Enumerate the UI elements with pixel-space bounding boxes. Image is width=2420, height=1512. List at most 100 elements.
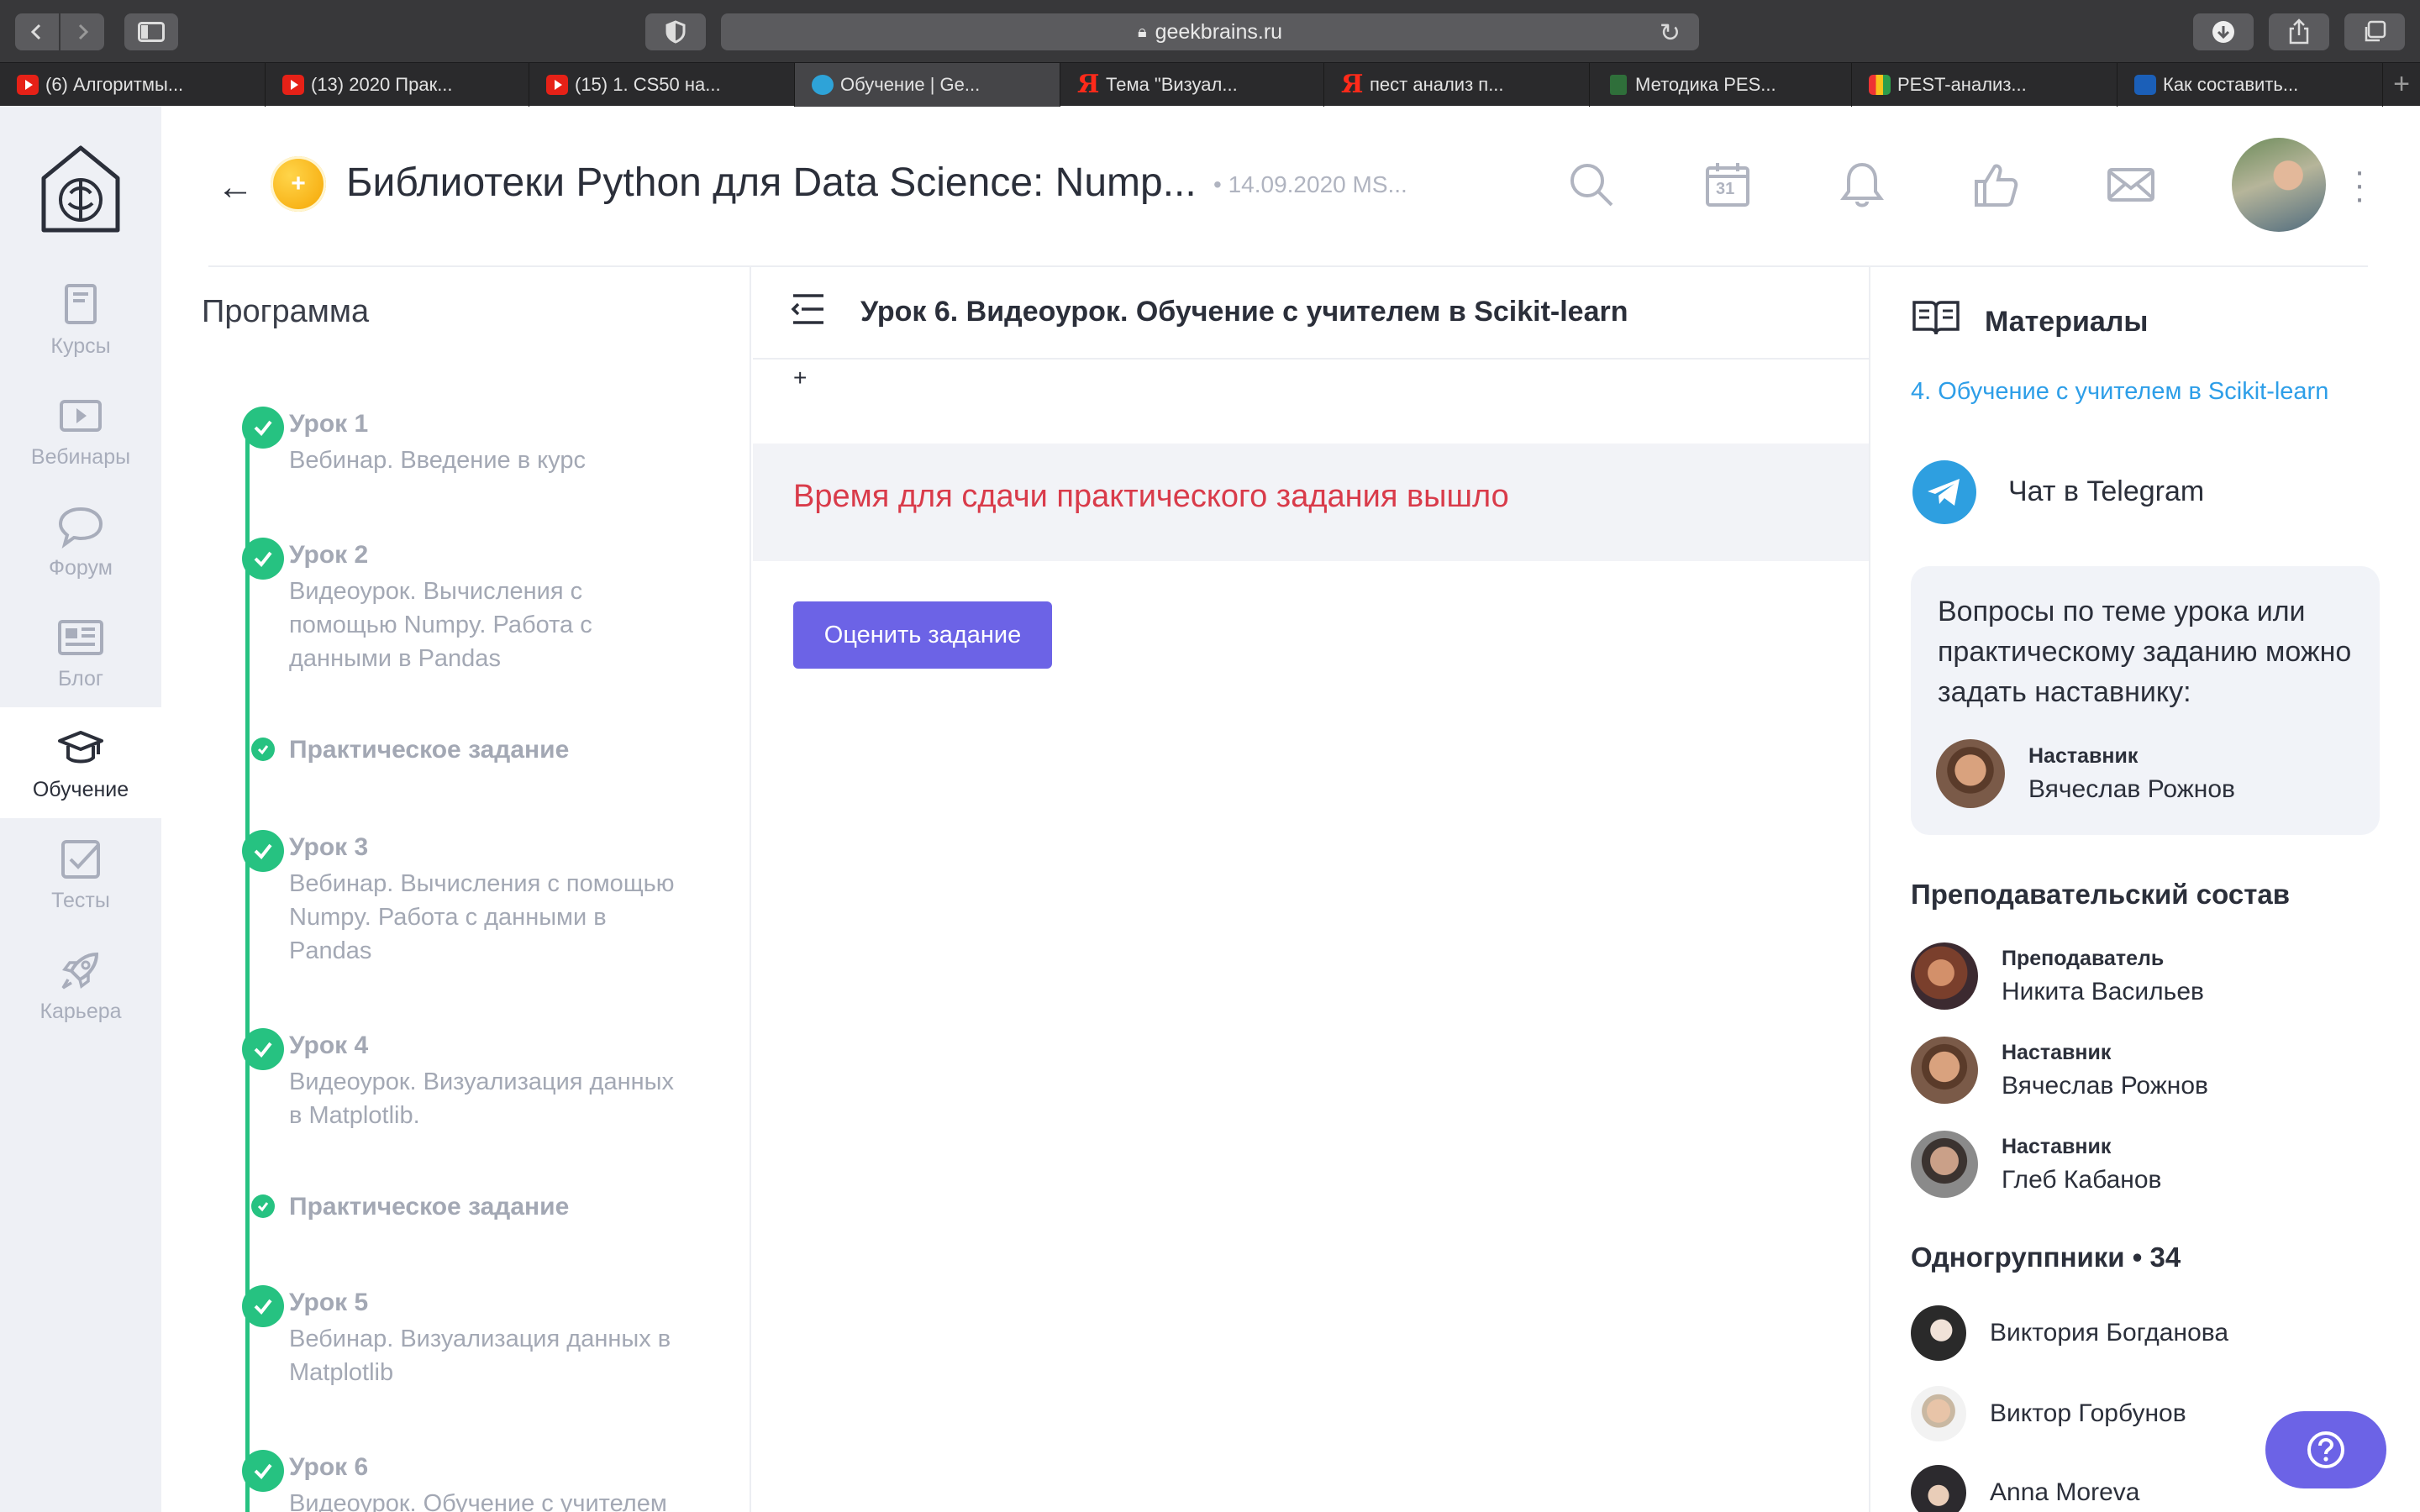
avatar [1911,1037,1978,1104]
nav-item-career[interactable]: Карьера [0,929,161,1040]
geekbrains-icon [812,75,834,95]
lock-icon: 🔒︎ [1137,22,1147,41]
person-name: Виктор Горбунов [1990,1399,2186,1427]
groupmates-title: Одногруппники • 34 [1911,1242,2181,1273]
tab-label: (15) 1. CS50 на... [575,74,721,95]
browser-tab[interactable]: (6) Алгоритмы... [0,63,266,107]
tab-strip: (6) Алгоритмы... (13) 2020 Прак... (15) … [0,62,2420,107]
question-text: Вопросы по теме урока или практическому … [1938,596,2352,708]
check-circle-icon [242,538,284,580]
telegram-chat-link[interactable]: Чат в Telegram [2008,475,2204,508]
nav-item-learning[interactable]: Обучение [0,707,161,818]
browser-tab[interactable]: (15) 1. CS50 на... [529,63,795,107]
groupmate[interactable]: Виктория Богданова [1911,1305,2228,1361]
thumbs-up-icon[interactable] [1971,160,2022,210]
youtube-icon [546,75,568,95]
lesson-item[interactable]: Урок 3 Вебинар. Вычисления с помощью Num… [242,830,692,968]
mentor-question-card: Вопросы по теме урока или практическому … [1911,566,2380,835]
lesson-number: Урок 6 [289,1453,369,1481]
course-title: Библиотеки Python для Data Science: Nump… [346,160,1197,205]
material-link[interactable]: 4. Обучение с учителем в Scikit-learn [1911,378,2328,406]
download-icon [2212,21,2234,43]
tab-overview-button[interactable] [2344,13,2405,50]
telegram-icon[interactable] [1912,460,1976,524]
browser-tab[interactable]: Методика PES... [1590,63,1852,107]
browser-tab[interactable]: Как составить... [2118,63,2383,107]
person-name: Глеб Кабанов [2002,1165,2162,1194]
sidebar-toggle-button[interactable] [124,13,178,50]
book-icon [65,283,97,324]
deadline-notice-text: Время для сдачи практического задания вы… [793,479,1509,514]
bell-icon[interactable] [1837,160,1887,210]
geekbrains-logo[interactable] [39,143,123,235]
forward-nav-button[interactable] [60,13,104,50]
share-button[interactable] [2269,13,2329,50]
nav-label: Тесты [51,888,110,912]
tab-label: (6) Алгоритмы... [45,74,184,95]
lesson-item[interactable]: Урок 2 Видеоурок. Вычисления с помощью N… [242,538,692,675]
lesson-description: Вебинар. Вычисления с помощью Numpy. Раб… [289,870,675,964]
lesson-item[interactable]: Урок 1 Вебинар. Введение в курс [242,407,692,477]
main-sidebar: Курсы Вебинары Форум Блог Обучение Тесты… [0,106,161,1512]
program-panel: Программа Урок 1 Вебинар. Введение в кур… [161,267,751,1512]
lesson-item[interactable]: Урок 6 Видеоурок. Обучение с учителем [242,1450,692,1512]
address-bar[interactable]: 🔒︎ geekbrains.ru ↻ [721,13,1699,50]
lesson-description: Видеоурок. Обучение с учителем [289,1490,667,1512]
lesson-item[interactable]: Урок 5 Вебинар. Визуализация данных в Ma… [242,1285,692,1389]
mentor-contact[interactable]: Наставник Вячеслав Рожнов [1936,739,2235,808]
browser-tab[interactable]: (13) 2020 Прак... [266,63,529,107]
tabs-icon [2365,20,2386,42]
browser-tab-active[interactable]: Обучение | Ge... [795,63,1060,107]
chart-icon [1869,75,1891,95]
staff-member[interactable]: Преподаватель Никита Васильев [1911,942,2204,1010]
url-text: geekbrains.ru [1155,19,1283,44]
yandex-icon: Я [1341,70,1364,99]
browser-tab[interactable]: Япест анализ п... [1324,63,1590,107]
sidebar-icon [138,22,165,42]
expand-plus[interactable]: + [793,365,807,391]
nav-item-forum[interactable]: Форум [0,486,161,596]
course-badge-icon: + [271,156,326,212]
check-circle-icon [242,407,284,449]
task-item[interactable]: Практическое задание [251,736,569,764]
staff-member[interactable]: Наставник Глеб Кабанов [1911,1131,2161,1198]
nav-item-webinars[interactable]: Вебинары [0,375,161,486]
tab-label: пест анализ п... [1370,74,1504,95]
reload-icon[interactable]: ↻ [1660,18,1681,48]
downloads-button[interactable] [2193,13,2254,50]
browser-tab[interactable]: Я Тема "Визуал... [1060,63,1324,107]
staff-member[interactable]: Наставник Вячеслав Рожнов [1911,1037,2208,1104]
mail-icon[interactable] [2106,160,2156,210]
search-icon[interactable] [1566,160,1617,210]
play-icon [60,399,102,432]
user-avatar[interactable] [2232,138,2326,232]
groupmate[interactable]: Anna Moreva [1911,1465,2139,1512]
help-button[interactable] [2265,1411,2386,1488]
nav-item-blog[interactable]: Блог [0,596,161,707]
back-arrow-icon[interactable]: ← [217,166,254,208]
question-circle-icon [2307,1431,2344,1468]
calendar-day: 31 [1716,180,1735,198]
tab-label: (13) 2020 Прак... [311,74,453,95]
calendar-button[interactable]: 31 [1702,160,1753,210]
lesson-item[interactable]: Урок 4 Видеоурок. Визуализация данных в … [242,1028,692,1132]
chevron-right-icon [78,24,89,40]
new-tab-icon[interactable]: + [2393,68,2410,101]
more-options-icon[interactable]: · · · [2351,155,2368,215]
rate-task-button[interactable]: Оценить задание [793,601,1052,669]
lesson-number: Урок 2 [289,541,369,569]
avatar [1911,1386,1966,1441]
collapse-menu-icon[interactable] [790,292,827,326]
open-book-icon [1912,301,1960,335]
task-item[interactable]: Практическое задание [251,1193,570,1221]
nav-label: Блог [57,666,104,690]
avatar [1936,739,2005,808]
nav-item-courses[interactable]: Курсы [0,264,161,375]
nav-item-tests[interactable]: Тесты [0,818,161,929]
privacy-report-button[interactable] [645,13,706,50]
lesson-description: Вебинар. Введение в курс [289,447,586,474]
groupmate[interactable]: Виктор Горбунов [1911,1386,2186,1441]
back-nav-button[interactable] [15,13,59,50]
task-label: Практическое задание [289,1193,570,1221]
browser-tab[interactable]: PEST-анализ... [1852,63,2118,107]
